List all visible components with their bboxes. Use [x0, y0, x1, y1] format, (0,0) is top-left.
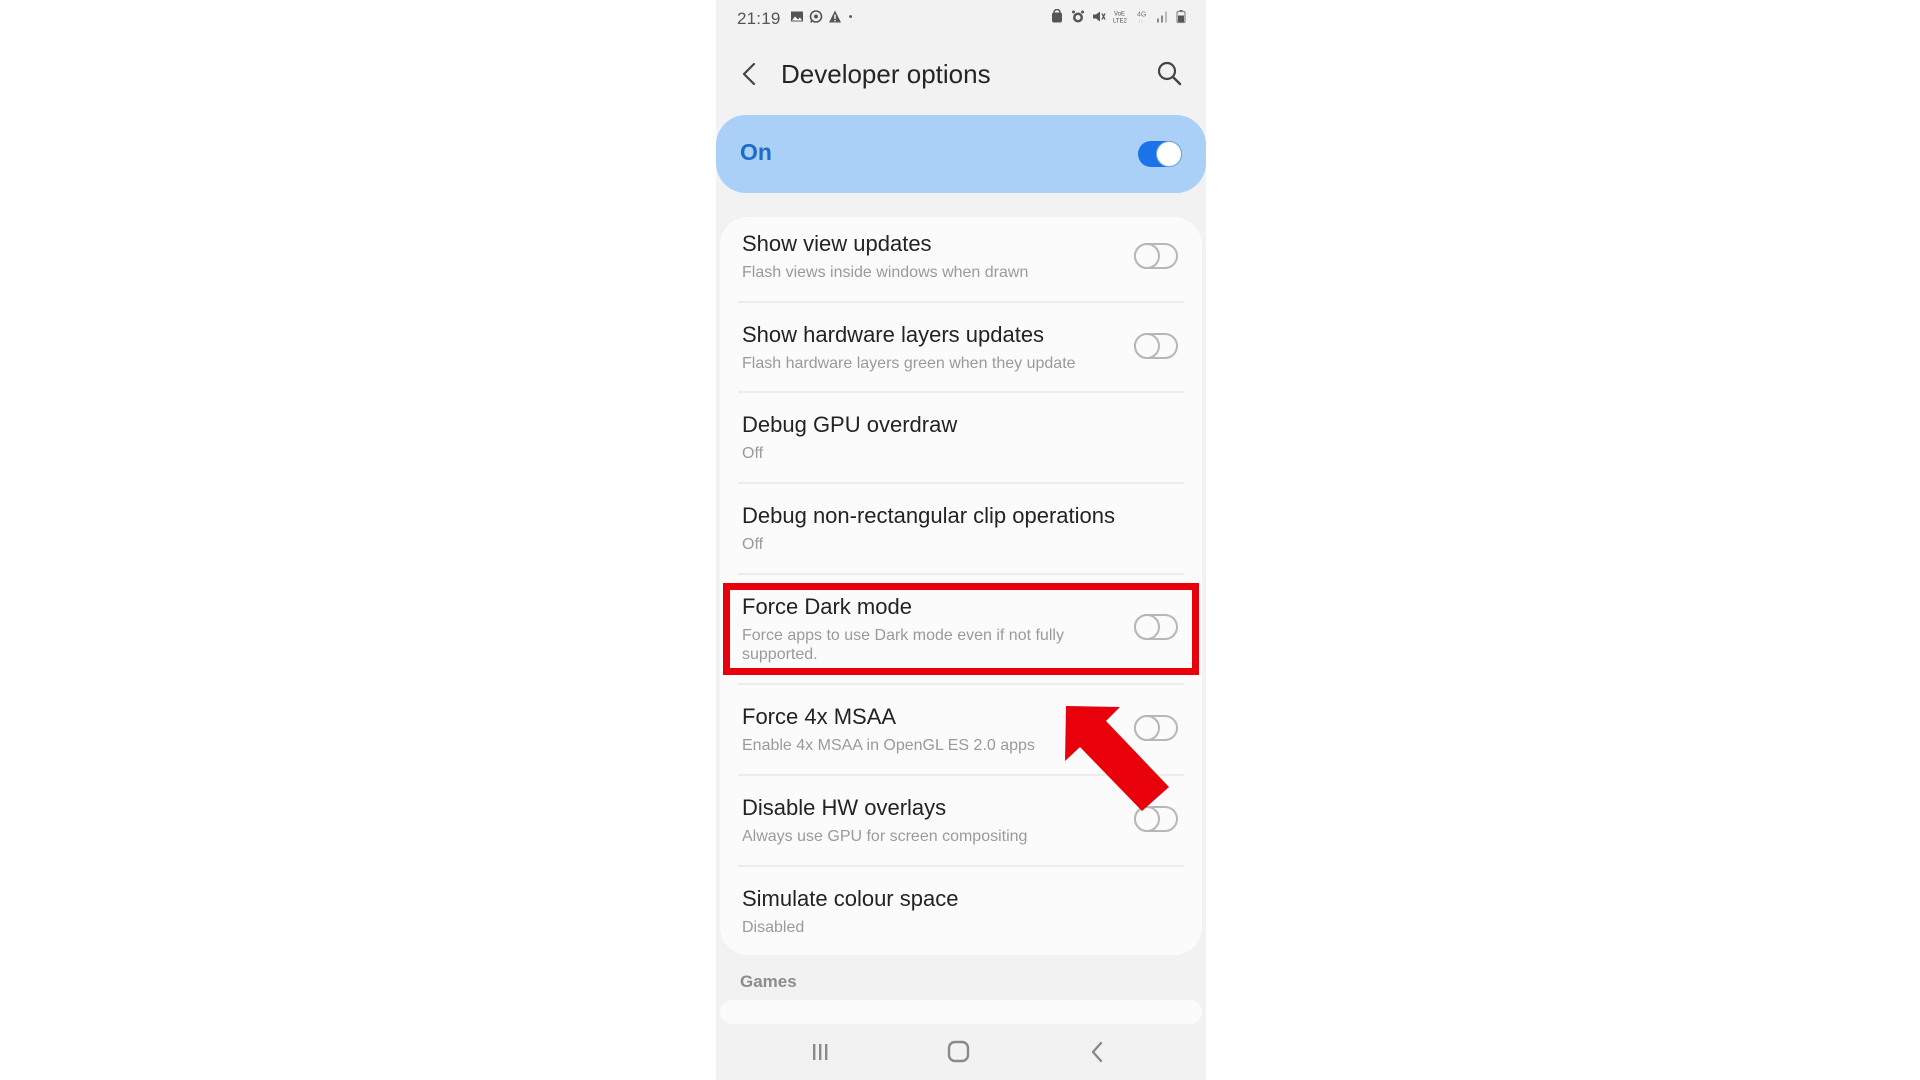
setting-subtitle: Off — [742, 536, 764, 553]
4g-icon: 4G↓↑ — [1137, 12, 1146, 25]
setting-subtitle: Always use GPU for screen compositing — [742, 828, 1028, 845]
status-time: 21:19 — [737, 9, 781, 28]
toggle-knob — [1134, 806, 1160, 832]
chevron-left-icon[interactable] — [738, 60, 760, 88]
toggle-knob — [1157, 142, 1181, 166]
mute-icon — [1093, 11, 1106, 22]
setting-simulate-colour-space[interactable]: Simulate colour space Disabled — [720, 866, 1202, 956]
setting-disable-hw-overlays[interactable]: Disable HW overlays Always use GPU for s… — [720, 775, 1202, 865]
whatsapp-icon — [809, 10, 823, 23]
setting-subtitle: Enable 4x MSAA in OpenGL ES 2.0 apps — [742, 737, 1035, 754]
signal-icon — [1157, 11, 1167, 23]
volte2-icon: VoELTE2 — [1113, 12, 1128, 25]
setting-title: Show view updates — [742, 231, 932, 256]
data-saver-icon — [1052, 9, 1062, 23]
toggle-knob — [1134, 333, 1160, 359]
svg-text:↓↑: ↓↑ — [1138, 19, 1143, 25]
setting-title: Show hardware layers updates — [742, 322, 1045, 347]
svg-text:4G: 4G — [1137, 12, 1146, 19]
setting-title: Debug GPU overdraw — [742, 412, 958, 437]
svg-text:LTE2: LTE2 — [1113, 19, 1128, 25]
developer-options-master-switch[interactable]: On — [716, 115, 1206, 193]
setting-subtitle: Off — [742, 445, 764, 462]
show-view-updates-toggle[interactable] — [1134, 243, 1178, 269]
force-4x-msaa-toggle[interactable] — [1134, 715, 1178, 741]
toggle-knob — [1134, 715, 1160, 741]
home-icon[interactable] — [944, 1039, 974, 1065]
setting-subtitle: Flash views inside windows when drawn — [742, 264, 1029, 281]
games-card — [720, 1000, 1202, 1024]
svg-text:VoE: VoE — [1114, 12, 1125, 18]
show-hardware-layers-updates-toggle[interactable] — [1134, 333, 1178, 359]
app-header: Developer options — [716, 48, 1206, 100]
setting-title: Simulate colour space — [742, 886, 959, 911]
back-icon[interactable] — [1084, 1039, 1114, 1065]
alarm-icon — [1072, 10, 1084, 23]
master-switch-label: On — [740, 139, 772, 165]
toggle-knob — [1134, 243, 1160, 269]
phone-screen: 21:19 VoE LTE2 4G ↓↑ Developer options O… — [716, 0, 1206, 1080]
dot-icon — [849, 15, 852, 18]
page-title: Developer options — [781, 59, 991, 89]
master-toggle[interactable] — [1138, 141, 1182, 167]
setting-show-view-updates[interactable]: Show view updates Flash views inside win… — [720, 217, 1202, 307]
search-icon[interactable] — [1156, 60, 1182, 86]
setting-debug-non-rectangular-clip[interactable]: Debug non-rectangular clip operations Of… — [720, 483, 1202, 573]
setting-debug-gpu-overdraw[interactable]: Debug GPU overdraw Off — [720, 392, 1202, 482]
warning-icon — [829, 10, 841, 23]
disable-hw-overlays-toggle[interactable] — [1134, 806, 1178, 832]
setting-show-hardware-layers-updates[interactable]: Show hardware layers updates Flash hardw… — [720, 302, 1202, 392]
navigation-bar — [716, 1025, 1206, 1080]
setting-force-4x-msaa[interactable]: Force 4x MSAA Enable 4x MSAA in OpenGL E… — [720, 684, 1202, 774]
setting-subtitle: Flash hardware layers green when they up… — [742, 355, 1076, 372]
status-bar: 21:19 VoE LTE2 4G ↓↑ — [716, 0, 1206, 36]
setting-title: Debug non-rectangular clip operations — [742, 503, 1116, 528]
setting-title: Disable HW overlays — [742, 795, 947, 820]
gallery-icon — [791, 11, 803, 22]
highlight-box — [723, 583, 1199, 675]
section-header-games: Games — [740, 972, 797, 991]
battery-icon — [1176, 10, 1186, 24]
recents-icon[interactable] — [805, 1039, 835, 1065]
setting-title: Force 4x MSAA — [742, 704, 897, 729]
setting-subtitle: Disabled — [742, 919, 805, 936]
